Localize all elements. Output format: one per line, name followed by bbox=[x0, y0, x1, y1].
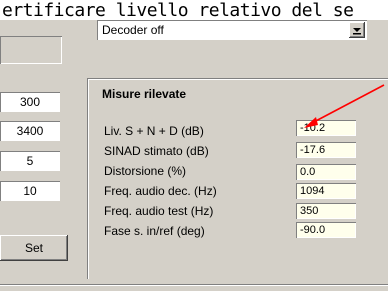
parameter-field-3[interactable]: 5 bbox=[0, 151, 60, 171]
measure-label: Distorsione (%) bbox=[104, 164, 187, 178]
measure-label: Liv. S + N + D (dB) bbox=[104, 124, 204, 138]
left-empty-box bbox=[0, 36, 62, 64]
high-frequency-field[interactable]: 3400 bbox=[0, 121, 60, 141]
measure-label: Freq. audio dec. (Hz) bbox=[104, 184, 217, 198]
measure-value: 1094 bbox=[296, 183, 356, 199]
measure-label: SINAD stimato (dB) bbox=[104, 144, 209, 158]
measure-value: -90.0 bbox=[296, 222, 356, 238]
dialog-panel: 300 3400 5 10 Set Decoder off Misure ril… bbox=[0, 20, 388, 291]
measure-label: Fase s. in/ref (deg) bbox=[104, 224, 205, 238]
measure-value: 0.0 bbox=[296, 164, 356, 180]
set-button[interactable]: Set bbox=[0, 235, 68, 261]
measure-value: 350 bbox=[296, 203, 356, 219]
decoder-select-value: Decoder off bbox=[102, 23, 164, 37]
bottom-divider bbox=[0, 284, 388, 286]
measures-title: Misure rilevate bbox=[102, 87, 187, 101]
red-arrow-annotation bbox=[304, 84, 385, 128]
chevron-down-icon[interactable] bbox=[349, 22, 365, 38]
measure-value: -17.6 bbox=[296, 142, 356, 158]
low-frequency-field[interactable]: 300 bbox=[0, 92, 60, 112]
measure-label: Freq. audio test (Hz) bbox=[104, 204, 214, 218]
decoder-select[interactable]: Decoder off bbox=[97, 20, 367, 40]
caption-text: ertificare livello relativo del se bbox=[2, 0, 354, 21]
parameter-field-4[interactable]: 10 bbox=[0, 181, 60, 201]
